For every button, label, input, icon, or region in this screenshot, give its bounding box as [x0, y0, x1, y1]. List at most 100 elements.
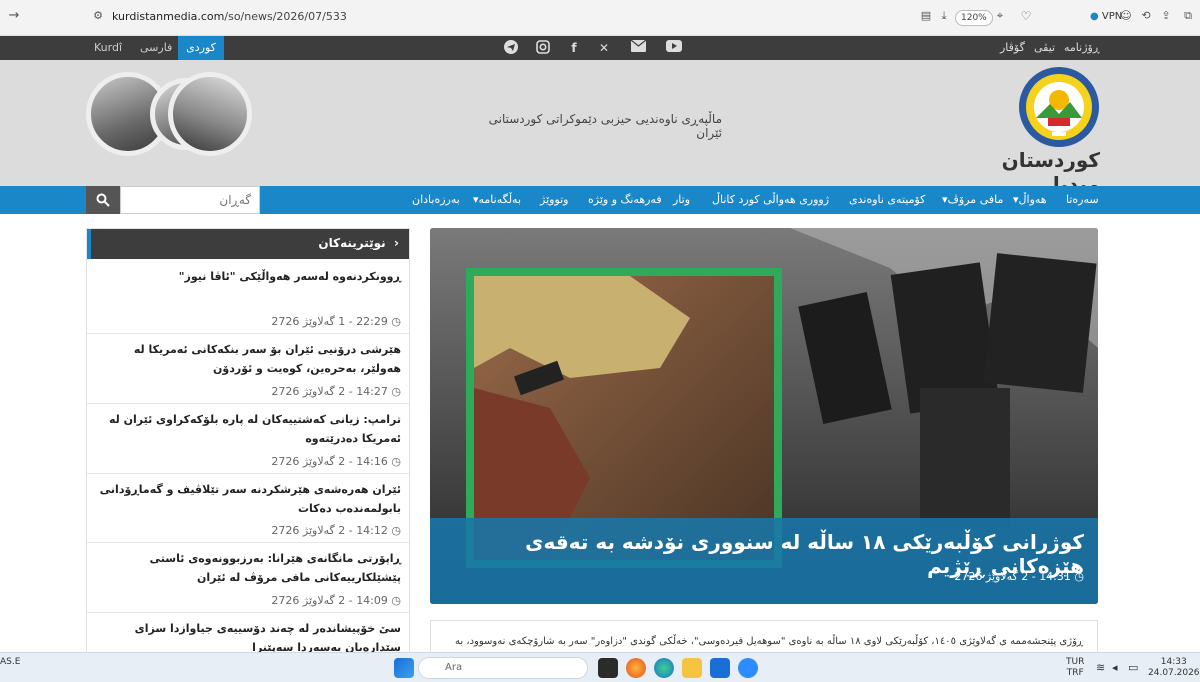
news-time: ◷ 14:16 - 2 گەلاوێژ 2726 [271, 455, 401, 468]
list-item[interactable]: سێ خۆپیشاندەر لە چەند دۆسییەی جیاوازدا س… [87, 613, 409, 652]
zoom-app-icon[interactable] [738, 658, 758, 678]
os-taskbar: AS.E Ara TUR TRF ≋ ◂ ▭ 14:33 24.07.2026 [0, 652, 1200, 682]
clock-icon: ◷ [391, 524, 401, 537]
news-title[interactable]: ئێران هەرەشەی هێرشکردنە سەر تێلاڤیف و گە… [95, 480, 401, 518]
party-logo[interactable] [1018, 66, 1100, 148]
task-view-icon[interactable] [598, 658, 618, 678]
screenshot-icon[interactable]: ⌖ [992, 8, 1008, 24]
x-icon[interactable]: ✕ [596, 40, 612, 56]
search-button[interactable] [86, 186, 120, 214]
nav-news[interactable]: هەواڵ▾ [1013, 186, 1047, 214]
extensions-icon[interactable]: ⧉ [1180, 8, 1196, 24]
list-item[interactable]: ڕاپۆرتی مانگانەی هێرانا: بەرزبوونەوەی ئا… [87, 543, 409, 613]
nav-human-rights[interactable]: مافی مرۆڤ▾ [942, 186, 1003, 214]
edge-icon[interactable] [654, 658, 674, 678]
forward-icon[interactable]: → [6, 8, 22, 24]
nav-documents[interactable]: بەڵگەنامە▾ [473, 186, 521, 214]
lang-top: TUR [1066, 657, 1085, 667]
latest-news-panel: ‹ نوێترینەکان ڕوونکردنەوە لەسەر هەواڵێکی… [86, 228, 410, 653]
taskbar-search-label: Ara [445, 662, 463, 673]
featured-story[interactable]: کوژرانی کۆڵبەرێکی ١٨ ساڵە لە سنووری نۆدش… [430, 228, 1098, 604]
news-time: ◷ 14:27 - 2 گەلاوێژ 2726 [271, 385, 401, 398]
news-time: ◷ 22:29 - 1 گەلاوێژ 2726 [271, 315, 401, 328]
windows-start-icon[interactable] [394, 658, 414, 678]
telegram-icon[interactable] [503, 40, 519, 56]
news-time: ◷ 14:12 - 2 گەلاوێژ 2726 [271, 524, 401, 537]
lang-kurmanji[interactable]: Kurdî [86, 36, 130, 60]
clock-date: 24.07.2026 [1148, 668, 1200, 678]
news-title[interactable]: ڕوونکردنەوە لەسەر هەواڵێکی "ئاڤا نیوز" [95, 267, 401, 286]
clock-icon: ◷ [391, 455, 401, 468]
top-strip: Kurdî فارسی کوردی f ✕ ڕۆژنامە تیڤی گۆڤار [0, 36, 1200, 60]
url-path: /so/news/2026/07/533 [224, 10, 347, 23]
reader-icon[interactable]: ▤ [918, 8, 934, 24]
nav-kurd-channel-newsroom[interactable]: ژووری هەواڵی کورد کاناڵ [712, 186, 829, 214]
list-item[interactable]: هێرشی درۆنیی ئێران بۆ سەر بنکەکانی ئەمری… [87, 334, 409, 404]
news-title[interactable]: هێرشی درۆنیی ئێران بۆ سەر بنکەکانی ئەمری… [95, 340, 401, 378]
news-title[interactable]: ترامپ: زیانی کەشتییەکان لە پارە بلۆکەکرا… [95, 410, 401, 448]
clock-icon: ◷ [391, 385, 401, 398]
file-explorer-icon[interactable] [682, 658, 702, 678]
battery-icon[interactable]: ▭ [1128, 661, 1138, 674]
profile-icon[interactable]: ☺ [1118, 8, 1134, 24]
mail-app-icon[interactable] [710, 658, 730, 678]
link-tv[interactable]: تیڤی [1034, 36, 1055, 60]
list-item[interactable]: ترامپ: زیانی کەشتییەکان لە پارە بلۆکەکرا… [87, 404, 409, 474]
weather-widget[interactable]: AS.E [0, 657, 20, 667]
article-lead-text: ڕۆژی پێنجشەممە ی گەلاوێژی ١٤٠٥، کۆڵبەرێک… [455, 636, 1083, 647]
feature-time: ◷ 14:31 - 2 گەلاوێژ 2726 [954, 570, 1084, 583]
share-icon[interactable]: ⇪ [1158, 8, 1174, 24]
youtube-icon[interactable] [666, 40, 682, 56]
list-item[interactable]: ڕوونکردنەوە لەسەر هەواڵێکی "ئاڤا نیوز" ◷… [87, 261, 409, 334]
leader-portrait [168, 72, 252, 156]
site-header: ماڵپەڕی ناوەندیی حیزبی دێموکراتی کوردستا… [0, 60, 1200, 196]
link-newspaper[interactable]: ڕۆژنامە [1064, 36, 1100, 60]
lang-sorani[interactable]: کوردی [178, 36, 224, 60]
taskbar-search[interactable]: Ara [418, 657, 588, 679]
url-domain: kurdistanmedia.com [112, 10, 225, 23]
site-info-icon[interactable]: ⚙ [90, 8, 106, 24]
nav-martyrs[interactable]: بەرزەبادان [412, 186, 460, 214]
latest-heading[interactable]: ‹ نوێترینەکان [87, 229, 409, 259]
news-time-text: 14:27 - 2 گەلاوێژ 2726 [271, 385, 388, 398]
clock-icon: ◷ [391, 315, 401, 328]
search-input[interactable] [120, 186, 260, 214]
list-item[interactable]: ئێران هەرەشەی هێرشکردنە سەر تێلاڤیف و گە… [87, 474, 409, 543]
chevron-left-icon: ‹ [394, 236, 399, 250]
browser-toolbar: → ⚙ kurdistanmedia.com/so/news/2026/07/5… [0, 0, 1200, 36]
feature-time-text: 14:31 - 2 گەلاوێژ 2726 [954, 570, 1071, 583]
news-time-text: 22:29 - 1 گەلاوێژ 2726 [271, 315, 388, 328]
history-icon[interactable]: ⟲ [1138, 8, 1154, 24]
input-language[interactable]: TUR TRF [1066, 657, 1084, 679]
nav-central-committee[interactable]: کۆمیتەی ناوەندی [849, 186, 925, 214]
bookmark-icon[interactable]: ♡ [1018, 8, 1034, 24]
nav-home[interactable]: سەرەتا [1066, 186, 1099, 214]
address-bar[interactable]: kurdistanmedia.com/so/news/2026/07/533 [112, 10, 347, 23]
news-time: ◷ 14:09 - 2 گەلاوێژ 2726 [271, 594, 401, 607]
news-time-text: 14:12 - 2 گەلاوێژ 2726 [271, 524, 388, 537]
facebook-icon[interactable]: f [566, 40, 582, 56]
clock[interactable]: 14:33 24.07.2026 [1148, 657, 1200, 679]
news-time-text: 14:16 - 2 گەلاوێژ 2726 [271, 455, 388, 468]
instagram-icon[interactable] [535, 40, 551, 56]
weather-label: AS.E [0, 657, 21, 667]
search-box [86, 186, 260, 214]
firefox-icon[interactable] [626, 658, 646, 678]
link-magazine[interactable]: گۆڤار [1000, 36, 1025, 60]
nav-articles[interactable]: وتار [673, 186, 690, 214]
clock-icon: ◷ [1074, 570, 1084, 583]
news-time-text: 14:09 - 2 گەلاوێژ 2726 [271, 594, 388, 607]
clock-time: 14:33 [1160, 657, 1187, 667]
nav-interviews[interactable]: وتووێژ [540, 186, 569, 214]
nav-culture-literature[interactable]: فەرهەنگ و وێژە [588, 186, 662, 214]
news-title[interactable]: ڕاپۆرتی مانگانەی هێرانا: بەرزبوونەوەی ئا… [95, 549, 401, 587]
download-icon[interactable]: ⤓ [936, 8, 952, 24]
mail-icon[interactable] [630, 39, 646, 56]
volume-icon[interactable]: ◂ [1112, 661, 1118, 674]
zoom-level[interactable]: 120% [955, 10, 993, 26]
wifi-icon[interactable]: ≋ [1096, 661, 1105, 674]
news-title[interactable]: سێ خۆپیشاندەر لە چەند دۆسییەی جیاوازدا س… [95, 619, 401, 652]
vpn-icon: ● [1090, 11, 1099, 22]
lang-farsi[interactable]: فارسی [132, 36, 180, 60]
feature-caption[interactable]: کوژرانی کۆڵبەرێکی ١٨ ساڵە لە سنووری نۆدش… [430, 518, 1098, 604]
